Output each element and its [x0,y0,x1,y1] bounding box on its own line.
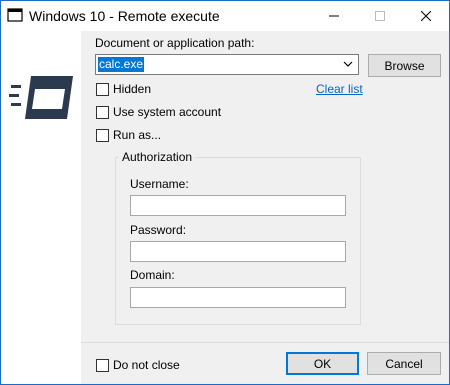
ok-button-label: OK [313,356,332,371]
footer-divider [81,342,449,343]
app-window-icon [7,8,23,22]
run-as-label[interactable]: Run as... [113,128,161,142]
do-not-close-checkbox[interactable] [96,359,109,372]
authorization-group-title: Authorization [119,150,196,164]
browse-button-label: Browse [384,58,425,73]
maximize-button[interactable] [357,1,403,31]
minimize-button[interactable] [311,1,357,31]
close-icon [421,11,431,21]
window-title: Windows 10 - Remote execute [29,8,220,24]
do-not-close-label[interactable]: Do not close [113,358,180,372]
sidebar [1,31,81,384]
maximize-icon [375,11,385,21]
browse-button[interactable]: Browse [368,54,441,77]
path-input-value[interactable]: calc.exe [98,57,145,72]
use-system-account-label[interactable]: Use system account [113,105,221,119]
cancel-button[interactable]: Cancel [367,352,441,375]
username-field[interactable] [130,195,346,216]
password-label: Password: [130,223,187,237]
path-label: Document or application path: [95,36,255,50]
main-content: Document or application path: calc.exe B… [81,31,449,384]
domain-field[interactable] [130,287,346,308]
clear-list-link[interactable]: Clear list [316,82,363,96]
ok-button[interactable]: OK [286,352,359,375]
close-button[interactable] [403,1,449,31]
password-field[interactable] [130,241,346,262]
minimize-icon [329,15,339,17]
path-combobox[interactable]: calc.exe [95,54,359,75]
domain-label: Domain: [130,268,175,282]
use-system-account-checkbox[interactable] [96,106,109,119]
run-as-checkbox[interactable] [96,129,109,142]
username-label: Username: [130,177,189,191]
hidden-checkbox[interactable] [96,83,109,96]
chevron-down-icon[interactable] [343,61,353,68]
fast-window-logo [9,76,73,119]
remote-execute-window: Windows 10 - Remote execute Document or … [0,0,450,385]
title-bar[interactable]: Windows 10 - Remote execute [1,1,449,31]
hidden-label[interactable]: Hidden [113,82,151,96]
cancel-button-label: Cancel [385,356,423,371]
